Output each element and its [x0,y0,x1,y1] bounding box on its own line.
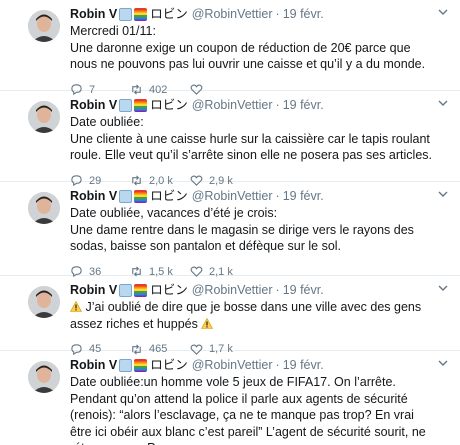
rainbow-flag-icon [134,358,148,372]
emoji-group [119,283,148,297]
author-name[interactable]: Robin V [70,6,117,22]
chevron-down-icon[interactable] [438,7,448,17]
avatar[interactable] [28,286,60,318]
author-handle[interactable]: @RobinVettier [192,188,273,204]
tweet-line: Une dame rentre dans le magasin se dirig… [70,222,414,254]
avatar-image [28,192,60,224]
chevron-down-icon[interactable] [438,358,448,368]
tweet-header: Robin V ロビン @RobinVettier · 19 févr. [70,6,450,22]
tweet[interactable]: Robin V ロビン @RobinVettier · 19 févr. J’a… [0,276,460,355]
tweet[interactable]: Robin V ロビン @RobinVettier · 19 févr. Dat… [0,351,460,445]
separator: · [275,358,280,372]
avatar-image [28,286,60,318]
author-name[interactable]: Robin V [70,188,117,204]
emoji-group [119,358,148,372]
tweet-date[interactable]: 19 févr. [283,282,324,298]
tweet[interactable]: Robin V ロビン @RobinVettier · 19 févr. Dat… [0,182,460,278]
author-name[interactable]: Robin V [70,357,117,373]
tweet-line: J’ai oublié de dire que je bosse dans un… [70,300,422,331]
tweet-line: Date oubliée, vacances d’été je crois: [70,206,278,220]
rainbow-flag-icon [134,98,148,112]
tweet-date[interactable]: 19 févr. [283,97,324,113]
tweet-text: Mercredi 01/11: Une daronne exige un cou… [70,23,450,73]
rainbow-flag-icon [134,7,148,21]
tweet-text: Date oubliée: Une cliente à une caisse h… [70,114,450,164]
separator: · [275,98,280,112]
person-emoji-icon [119,189,133,203]
tweet-header: Robin V ロビン @RobinVettier · 19 févr. [70,97,450,113]
avatar[interactable] [28,192,60,224]
avatar[interactable] [28,10,60,42]
person-emoji-icon [119,7,133,21]
tweet-header: Robin V ロビン @RobinVettier · 19 févr. [70,357,450,373]
rainbow-flag-icon [134,283,148,297]
author-kana: ロビン [150,189,188,203]
tweet-header: Robin V ロビン @RobinVettier · 19 févr. [70,282,450,298]
author-handle[interactable]: @RobinVettier [192,97,273,113]
tweet-date[interactable]: 19 févr. [283,357,324,373]
tweet-date[interactable]: 19 févr. [283,6,324,22]
tweet-thread: Robin V ロビン @RobinVettier · 19 févr. Mer… [0,0,460,445]
separator: · [275,189,280,203]
tweet-text: J’ai oublié de dire que je bosse dans un… [70,299,450,332]
avatar-image [28,101,60,133]
tweet-line: Date oubliée: [70,115,144,129]
avatar[interactable] [28,101,60,133]
person-emoji-icon [119,358,133,372]
author-handle[interactable]: @RobinVettier [192,282,273,298]
tweet-line: Une daronne exige un coupon de réduction… [70,40,426,72]
rainbow-flag-icon [134,189,148,203]
chevron-down-icon[interactable] [438,98,448,108]
tweet-text: Date oubliée:un homme vole 5 jeux de FIF… [70,374,450,445]
warning-icon [70,301,82,312]
author-kana: ロビン [150,283,188,297]
avatar-image [28,10,60,42]
emoji-group [119,7,148,21]
emoji-group [119,189,148,203]
avatar-image [28,361,60,393]
tweet[interactable]: Robin V ロビン @RobinVettier · 19 févr. Mer… [0,0,460,96]
tweet-header: Robin V ロビン @RobinVettier · 19 févr. [70,188,450,204]
tweet-date[interactable]: 19 févr. [283,188,324,204]
author-handle[interactable]: @RobinVettier [192,6,273,22]
author-kana: ロビン [150,358,188,372]
separator: · [275,283,280,297]
chevron-down-icon[interactable] [438,283,448,293]
author-kana: ロビン [150,7,188,21]
person-emoji-icon [119,283,133,297]
author-kana: ロビン [150,98,188,112]
emoji-group [119,98,148,112]
tweet-line: Mercredi 01/11: [70,24,156,38]
author-name[interactable]: Robin V [70,282,117,298]
tweet-line: Une cliente à une caisse hurle sur la ca… [70,131,432,163]
author-name[interactable]: Robin V [70,97,117,113]
chevron-down-icon[interactable] [438,189,448,199]
tweet-line: Date oubliée:un homme vole 5 jeux de FIF… [70,375,426,445]
separator: · [275,7,280,21]
person-emoji-icon [119,98,133,112]
author-handle[interactable]: @RobinVettier [192,357,273,373]
tweet[interactable]: Robin V ロビン @RobinVettier · 19 févr. Dat… [0,91,460,187]
tweet-text: Date oubliée, vacances d’été je crois: U… [70,205,450,255]
warning-icon [201,317,214,329]
avatar[interactable] [28,361,60,393]
